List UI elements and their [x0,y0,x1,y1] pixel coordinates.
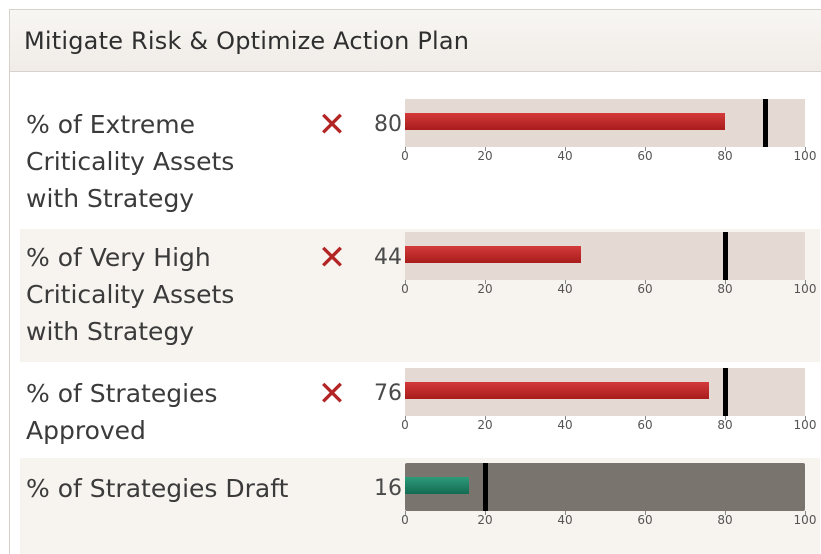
metric-label-line: % of Very High [26,243,211,272]
axis-tick-label: 20 [477,149,493,163]
metric-label-line: % of Strategies Draft [26,474,289,503]
axis-tick-label: 20 [477,513,493,527]
x-mark-icon: ✕ [317,238,347,278]
metric-label-line: Approved [26,416,146,445]
axis-tick-label: 80 [717,418,733,432]
metric-label-line: Criticality Assets [26,280,235,309]
target-marker [723,368,728,416]
bullet-track [405,463,805,511]
axis-tick-label: 0 [401,149,409,163]
actual-bar [405,113,725,130]
axis-tick-label: 20 [477,282,493,296]
axis-tick-label: 40 [557,149,573,163]
metric-row: % of Strategies Approved ✕ 76 0 20 40 60 80 100 [20,365,820,455]
metric-label-line: % of Extreme [26,110,195,139]
metric-label-line: Criticality Assets [26,147,235,176]
target-marker [763,99,768,147]
axis-tick-label: 0 [401,418,409,432]
metric-row: % of Very High Criticality Assets with Str… [20,229,820,362]
kpi-panel: Mitigate Risk & Optimize Action Plan % o… [9,9,821,554]
target-marker [723,232,728,280]
bullet-track [405,368,805,416]
bullet-axis: 0 20 40 60 80 100 [401,147,816,169]
metric-label: % of Strategies Approved [26,375,306,449]
metric-row: % of Extreme Criticality Assets with Strat… [20,96,820,226]
bullet-track [405,99,805,147]
metric-label: % of Very High Criticality Assets with Str… [26,239,306,350]
x-mark-icon: ✕ [317,105,347,145]
axis-tick-label: 80 [717,282,733,296]
bullet-axis: 0 20 40 60 80 100 [401,416,816,438]
bullet-track [405,232,805,280]
metric-value: 80 [374,112,402,137]
axis-tick-label: 100 [793,418,817,432]
bullet-axis: 0 20 40 60 80 100 [401,511,816,533]
axis-tick-label: 40 [557,513,573,527]
panel-header: Mitigate Risk & Optimize Action Plan [10,10,821,72]
axis-tick-label: 40 [557,282,573,296]
axis-tick-label: 80 [717,513,733,527]
metric-value: 76 [374,381,402,406]
axis-tick-label: 80 [717,149,733,163]
axis-tick-label: 60 [637,282,653,296]
actual-bar [405,477,469,494]
metric-value: 16 [374,476,402,501]
metric-label: % of Strategies Draft [26,470,306,507]
actual-bar [405,246,581,263]
axis-tick-label: 100 [793,149,817,163]
bullet-axis: 0 20 40 60 80 100 [401,280,816,302]
metric-label-line: with Strategy [26,317,195,346]
metric-label-line: % of Strategies [26,379,218,408]
axis-tick-label: 0 [401,513,409,527]
axis-tick-label: 100 [793,513,817,527]
metric-label-line: with Strategy [26,184,195,213]
axis-tick-label: 20 [477,418,493,432]
axis-tick-label: 100 [793,282,817,296]
metric-label: % of Extreme Criticality Assets with Strat… [26,106,306,217]
metric-row: % of Strategies Draft 16 0 20 40 60 80 100 [20,458,820,554]
axis-tick-label: 0 [401,282,409,296]
actual-bar [405,382,709,399]
metric-value: 44 [374,245,402,270]
axis-tick-label: 60 [637,149,653,163]
target-marker [483,463,488,511]
axis-tick-label: 60 [637,513,653,527]
x-mark-icon: ✕ [317,374,347,414]
axis-tick-label: 40 [557,418,573,432]
panel-title: Mitigate Risk & Optimize Action Plan [24,26,470,55]
axis-tick-label: 60 [637,418,653,432]
